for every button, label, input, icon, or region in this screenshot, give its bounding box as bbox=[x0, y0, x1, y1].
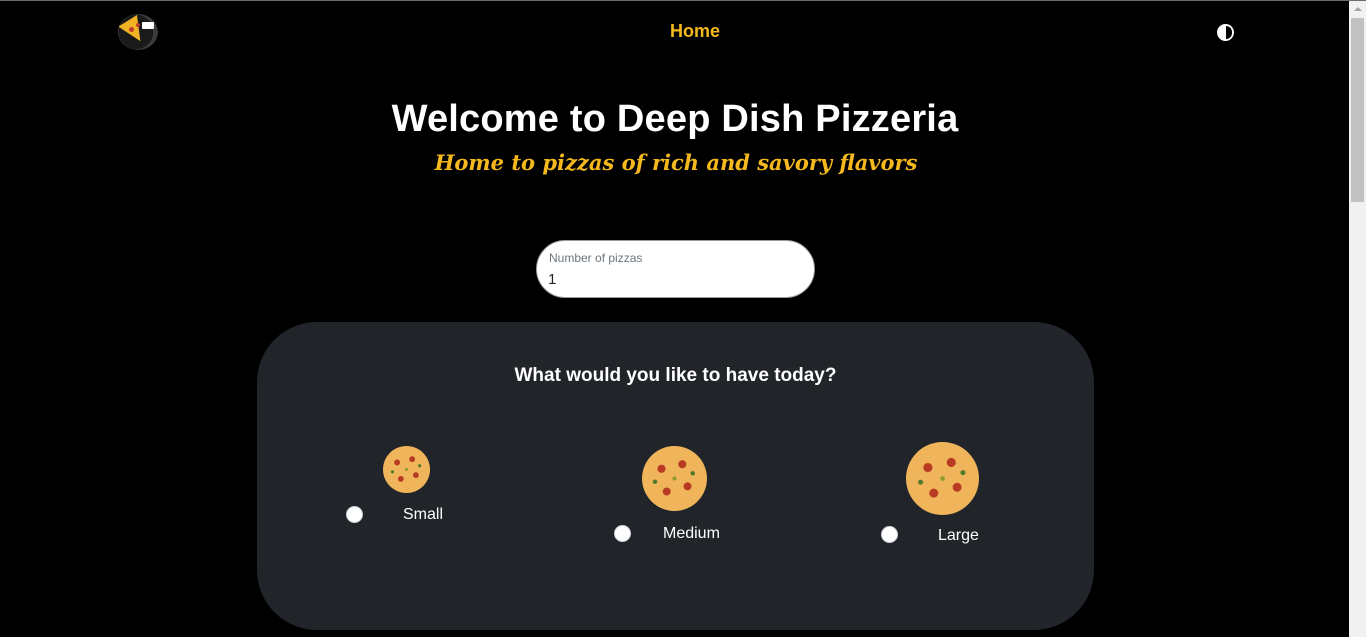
size-question: What would you like to have today? bbox=[514, 365, 837, 386]
scroll-up-arrow-icon[interactable] bbox=[1349, 1, 1366, 18]
medium-size-label[interactable]: Medium bbox=[663, 525, 720, 543]
large-pizza-image bbox=[906, 442, 979, 515]
medium-size-radio[interactable] bbox=[614, 525, 631, 542]
page-subtitle: Home to pizzas of rich and savory flavor… bbox=[434, 150, 918, 175]
number-of-pizzas-input[interactable] bbox=[548, 269, 798, 289]
number-of-pizzas-field[interactable]: Number of pizzas bbox=[536, 240, 815, 298]
contrast-half-circle-icon[interactable] bbox=[1217, 24, 1234, 41]
navbar: Home bbox=[0, 1, 1349, 63]
small-size-radio[interactable] bbox=[346, 506, 363, 523]
medium-pizza-image bbox=[642, 446, 707, 511]
scrollbar-thumb[interactable] bbox=[1351, 18, 1364, 202]
small-pizza-image bbox=[383, 446, 430, 493]
number-of-pizzas-label: Number of pizzas bbox=[549, 251, 643, 265]
large-size-radio[interactable] bbox=[881, 526, 898, 543]
small-size-label[interactable]: Small bbox=[403, 506, 443, 524]
nav-home-link[interactable]: Home bbox=[0, 21, 1366, 42]
vertical-scrollbar[interactable] bbox=[1349, 1, 1366, 637]
size-selection-card: What would you like to have today? Small… bbox=[257, 322, 1094, 630]
large-size-label[interactable]: Large bbox=[938, 527, 979, 545]
page-title: Welcome to Deep Dish Pizzeria bbox=[391, 98, 959, 140]
